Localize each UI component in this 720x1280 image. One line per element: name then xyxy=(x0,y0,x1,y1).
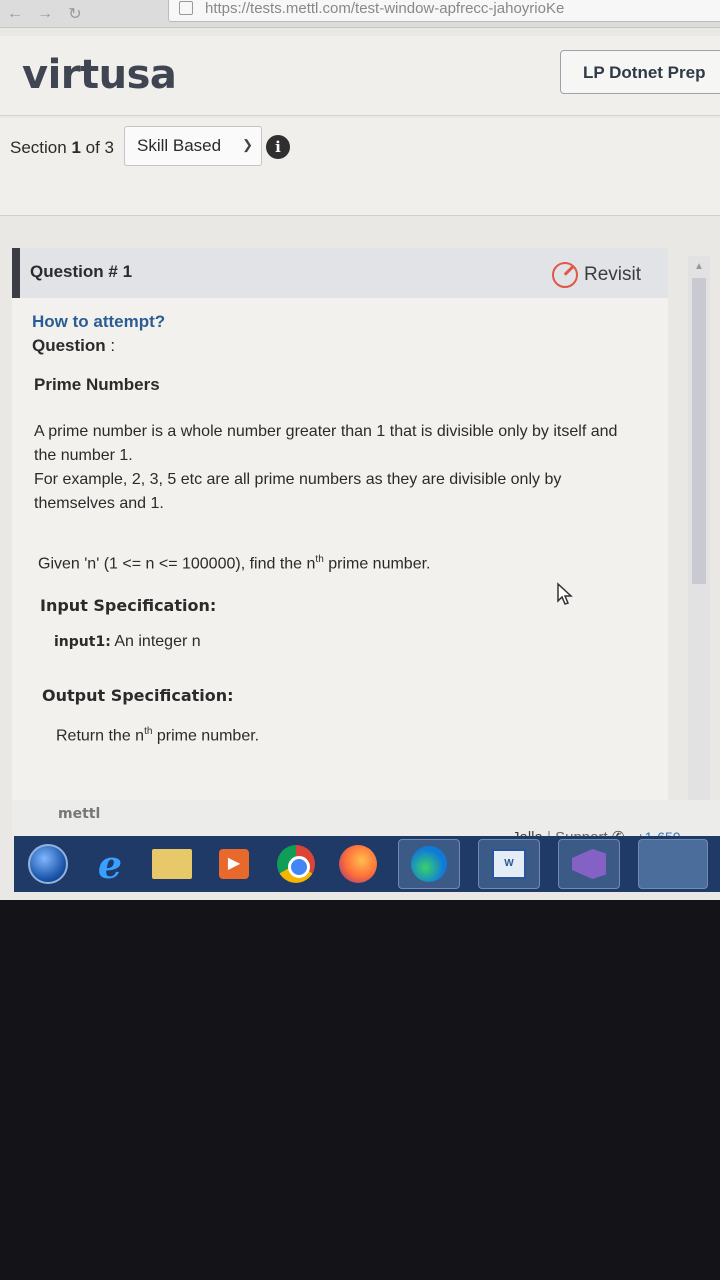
media-player-icon[interactable]: ▶ xyxy=(212,844,256,884)
question-number: Question # 1 xyxy=(30,262,133,281)
section-total: of 3 xyxy=(85,138,114,157)
problem-paragraph-1: A prime number is a whole number greater… xyxy=(34,423,618,464)
scrollbar-thumb[interactable] xyxy=(692,278,706,584)
test-name-button[interactable]: LP Dotnet Prep xyxy=(560,50,720,94)
question-scrollbar[interactable]: ▲ xyxy=(688,256,710,812)
back-icon[interactable]: ← xyxy=(0,2,30,26)
forward-icon[interactable]: → xyxy=(30,2,60,26)
section-dropdown[interactable]: Skill Based ❯ xyxy=(124,126,262,166)
page-icon xyxy=(179,1,193,15)
section-indicator: Section 1 of 3 xyxy=(10,138,114,157)
word-icon[interactable]: W xyxy=(478,839,540,889)
problem-title: Prime Numbers xyxy=(34,375,160,394)
mouse-cursor-icon xyxy=(557,582,573,605)
output-spec-item: Return the nth prime number. xyxy=(56,726,260,745)
reload-icon[interactable]: ↻ xyxy=(60,2,90,26)
question-header: Question # 1 Revisit xyxy=(12,248,668,298)
visual-studio-icon[interactable] xyxy=(558,839,620,889)
revisit-button[interactable]: Revisit xyxy=(552,262,641,288)
chrome-icon[interactable] xyxy=(274,844,318,884)
question-label: Question : xyxy=(32,336,116,355)
virtusa-logo: virtusa xyxy=(22,52,177,98)
input-spec-title: Input Specification: xyxy=(40,596,217,615)
internet-explorer-icon[interactable]: e xyxy=(88,842,132,887)
page-footer: mettl Jalla | Support ✆ +1-650- xyxy=(12,800,720,846)
chevron-down-icon: ❯ xyxy=(242,137,253,152)
file-explorer-icon[interactable] xyxy=(150,844,194,884)
how-to-attempt-link[interactable]: How to attempt? xyxy=(32,310,165,334)
info-icon[interactable]: i xyxy=(266,135,290,159)
address-bar[interactable]: https://tests.mettl.com/test-window-apfr… xyxy=(168,0,720,22)
browser-toolbar: ← → ↻ https://tests.mettl.com/test-windo… xyxy=(0,0,720,28)
app-header: virtusa LP Dotnet Prep xyxy=(0,36,720,116)
firefox-icon[interactable] xyxy=(336,844,380,884)
monitor-screen: ← → ↻ https://tests.mettl.com/test-windo… xyxy=(0,0,720,900)
problem-description: A prime number is a whole number greater… xyxy=(34,420,644,516)
windows-taskbar: e ▶ W xyxy=(14,836,720,892)
mettl-logo: mettl xyxy=(58,806,101,822)
edge-icon[interactable] xyxy=(398,839,460,889)
url-text: https://tests.mettl.com/test-window-apfr… xyxy=(205,0,565,17)
scroll-up-icon[interactable]: ▲ xyxy=(690,258,708,276)
section-dropdown-value: Skill Based xyxy=(137,136,222,155)
problem-paragraph-2: For example, 2, 3, 5 etc are all prime n… xyxy=(34,471,562,512)
section-current: 1 xyxy=(71,138,81,157)
start-button-icon[interactable] xyxy=(26,844,70,884)
problem-task: Given 'n' (1 <= n <= 100000), find the n… xyxy=(38,554,431,573)
output-spec-title: Output Specification: xyxy=(42,686,234,705)
app-icon[interactable] xyxy=(638,839,708,889)
input-spec-item: input1: An integer n xyxy=(54,633,201,650)
revisit-label: Revisit xyxy=(584,264,642,285)
revisit-icon xyxy=(552,262,578,288)
question-panel: Question # 1 Revisit How to attempt? Que… xyxy=(12,248,668,828)
section-bar: Section 1 of 3 Skill Based ❯ i xyxy=(0,118,720,216)
